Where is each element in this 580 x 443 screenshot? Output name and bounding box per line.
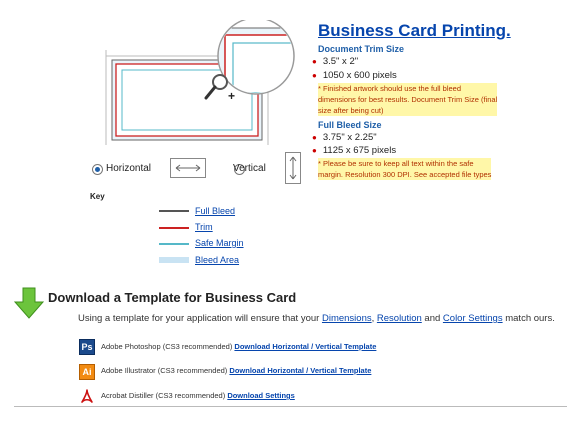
trim-note-line: * Finished artwork should use the full b… [318, 83, 498, 94]
key-label: Key [90, 192, 105, 201]
horizontal-orientation-icon[interactable] [170, 158, 206, 178]
bleed-size-pixels: ● 1125 x 675 pixels [312, 145, 397, 156]
photoshop-download-link[interactable]: Download Horizontal / Vertical Template [234, 342, 376, 351]
legend-full-bleed-link[interactable]: Full Bleed [195, 206, 235, 216]
legend-swatch-bleed-area [159, 257, 189, 263]
vertical-label[interactable]: Vertical [233, 163, 266, 174]
bleed-note-line: * Please be sure to keep all text within… [318, 158, 492, 169]
horizontal-radio[interactable] [92, 164, 103, 175]
photoshop-icon: Ps [79, 339, 95, 355]
download-arrow-icon [14, 287, 44, 319]
illustrator-row: Adobe Illustrator (CS3 recommended) Down… [101, 366, 372, 375]
acrobat-download-link[interactable]: Download Settings [227, 391, 295, 400]
acrobat-row: Acrobat Distiller (CS3 recommended) Down… [101, 391, 295, 400]
legend-line-safe-margin [159, 243, 189, 245]
download-heading: Download a Template for Business Card [48, 290, 297, 305]
legend-bleed-area-link[interactable]: Bleed Area [195, 255, 239, 265]
trim-size-heading: Document Trim Size [318, 44, 405, 54]
page-title[interactable]: Business Card Printing. [318, 21, 511, 41]
illustrator-icon: Ai [79, 364, 95, 380]
acrobat-pdf-icon [81, 389, 93, 403]
photoshop-row: Adobe Photoshop (CS3 recommended) Downlo… [101, 342, 377, 351]
bleed-size-heading: Full Bleed Size [318, 120, 382, 130]
bleed-note-line: margin. Resolution 300 DPI. See accepted… [318, 169, 492, 180]
bleed-size-inches: ● 3.75" x 2.25" [312, 132, 377, 143]
legend-trim-link[interactable]: Trim [195, 222, 213, 232]
divider [14, 406, 567, 407]
download-description: Using a template for your application wi… [78, 313, 555, 324]
trim-note: * Finished artwork should use the full b… [318, 83, 498, 116]
trim-size-pixels: ● 1050 x 600 pixels [312, 70, 397, 81]
legend-safe-margin-link[interactable]: Safe Margin [195, 238, 244, 248]
horizontal-label[interactable]: Horizontal [106, 163, 151, 174]
illustrator-download-link[interactable]: Download Horizontal / Vertical Template [229, 366, 371, 375]
resolution-link[interactable]: Resolution [377, 313, 422, 324]
card-diagram: + [105, 20, 295, 145]
legend-line-full-bleed [159, 210, 189, 212]
dimensions-link[interactable]: Dimensions [322, 313, 372, 324]
svg-text:+: + [228, 89, 235, 103]
legend-line-trim [159, 227, 189, 229]
bleed-note: * Please be sure to keep all text within… [318, 158, 492, 180]
color-settings-link[interactable]: Color Settings [443, 313, 503, 324]
trim-note-line: size after being cut) [318, 105, 498, 116]
vertical-orientation-icon[interactable] [285, 152, 301, 184]
trim-note-line: dimensions for best results. Document Tr… [318, 94, 498, 105]
trim-size-inches: ● 3.5" x 2" [312, 56, 359, 67]
